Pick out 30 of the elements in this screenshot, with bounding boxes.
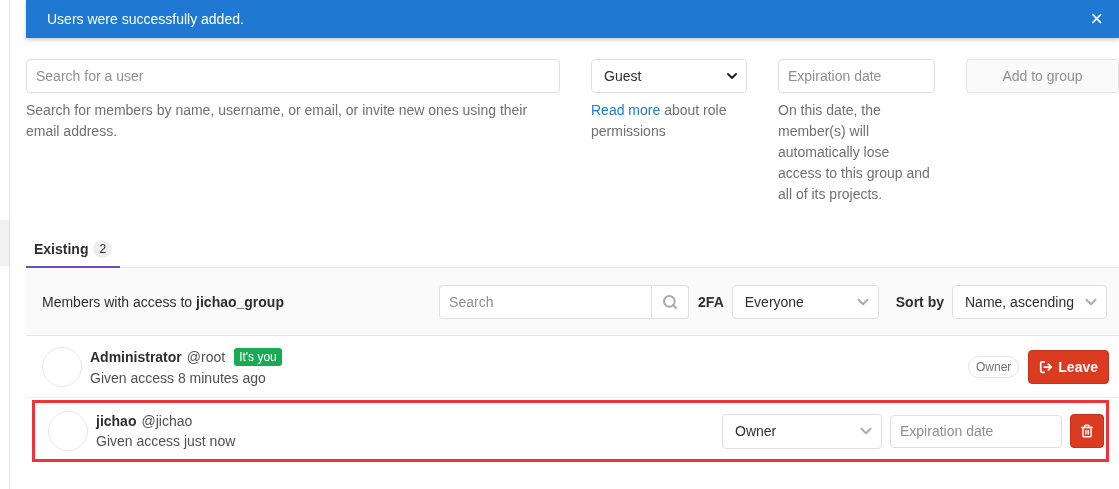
sort-label: Sort by [895,293,944,310]
flash-message: Users were successfully added. [47,11,244,27]
two-fa-select[interactable]: Everyone [731,284,879,319]
member-name: Administrator [90,348,182,365]
member-username: @jichao [141,413,193,429]
leave-button[interactable]: Leave [1028,349,1109,384]
count-badge: 2 [93,239,113,258]
member-expiration-field[interactable]: Expiration date [890,414,1062,448]
two-fa-label: 2FA [698,293,724,310]
member-username: @root [186,348,226,365]
access-time: Given access just now [96,433,237,449]
expiration-help-text: On this date, the member(s) will automatically lose access to this group and all of its projects. [778,101,931,204]
user-search-field[interactable]: Search for a user [26,59,560,93]
read-more-link[interactable]: Read more [591,102,661,118]
role-help-text: Read more about role permissions [591,101,728,141]
trash-icon [1080,424,1094,438]
search-icon [662,293,679,310]
members-title: Members with access to jichao_group [42,293,285,310]
sort-select[interactable]: Name, ascending [952,284,1107,319]
search-help-text: Search for members by name, username, or email, or invite new ones using their email address. [26,101,529,141]
sign-out-icon [1039,359,1054,374]
member-search-field[interactable]: Search [439,284,653,319]
member-name: jichao [96,413,137,429]
role-select[interactable]: Guest [591,59,747,93]
you-badge: It's you [234,347,282,366]
delete-button[interactable] [1070,414,1104,448]
close-button[interactable]: × [1090,8,1103,30]
expiration-date-field[interactable]: Expiration date [778,59,935,93]
member-role-select[interactable]: Owner [722,413,882,449]
access-time: Given access 8 minutes ago [90,369,267,386]
